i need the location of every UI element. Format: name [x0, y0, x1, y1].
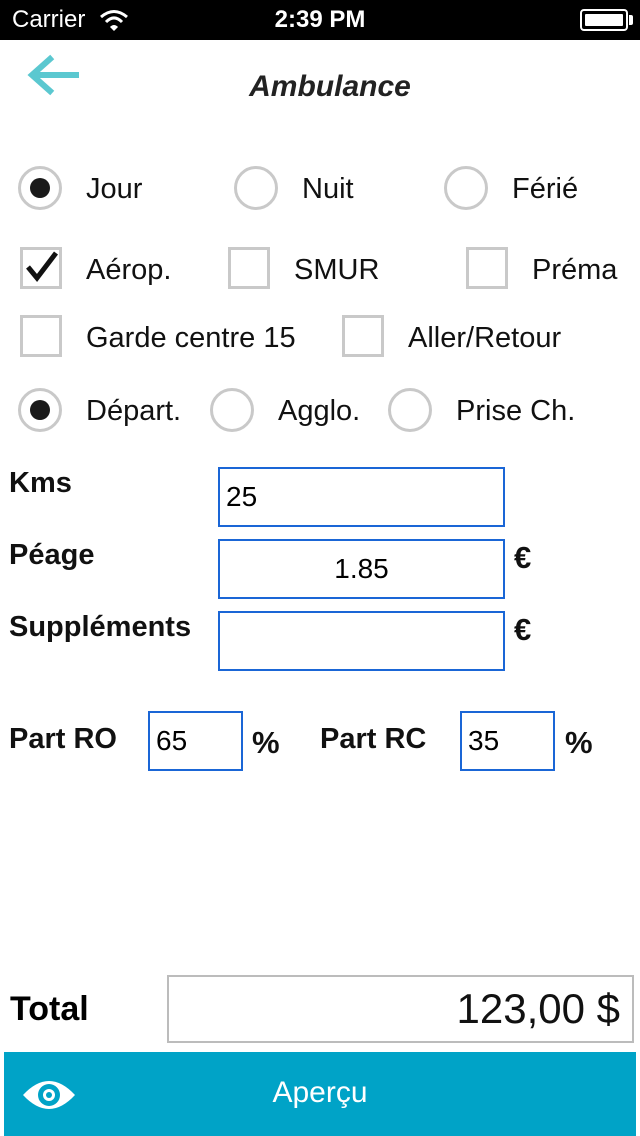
- part-rc-input[interactable]: [460, 711, 555, 771]
- kms-label: Kms: [9, 467, 72, 499]
- radio-selected-dot: [30, 178, 50, 198]
- battery-icon: [580, 9, 628, 31]
- checkbox-smur-label: SMUR: [294, 254, 380, 286]
- radio-selected-dot: [30, 400, 50, 420]
- checkbox-garde-centre-15[interactable]: [20, 315, 62, 357]
- supplements-currency: €: [514, 612, 532, 647]
- checkmark-icon: [26, 251, 58, 283]
- status-bar: Carrier 2:39 PM: [0, 0, 640, 40]
- radio-nuit-label: Nuit: [302, 173, 354, 205]
- checkbox-aller-retour[interactable]: [342, 315, 384, 357]
- checkbox-prema[interactable]: [466, 247, 508, 289]
- peage-label: Péage: [9, 539, 95, 571]
- checkbox-aerop-label: Aérop.: [86, 254, 172, 286]
- radio-jour-label: Jour: [86, 173, 143, 205]
- apercu-button-label: Aperçu: [272, 1076, 368, 1109]
- radio-agglo-label: Agglo.: [278, 395, 361, 427]
- radio-nuit[interactable]: [234, 166, 278, 210]
- checkbox-aerop[interactable]: [20, 247, 62, 289]
- page-title: Ambulance: [249, 70, 411, 103]
- part-rc-label: Part RC: [320, 723, 427, 755]
- part-ro-label: Part RO: [9, 723, 117, 755]
- apercu-button[interactable]: Aperçu: [4, 1052, 636, 1136]
- peage-currency: €: [514, 540, 532, 575]
- checkbox-smur[interactable]: [228, 247, 270, 289]
- part-ro-percent: %: [252, 725, 280, 760]
- radio-agglo[interactable]: [210, 388, 254, 432]
- total-value: 123,00 $: [167, 975, 634, 1043]
- radio-prise-ch-label: Prise Ch.: [456, 395, 576, 427]
- checkbox-aller-retour-label: Aller/Retour: [408, 322, 562, 354]
- radio-depart-label: Départ.: [86, 395, 182, 427]
- supplements-label: Suppléments: [9, 611, 192, 643]
- peage-input[interactable]: [218, 539, 505, 599]
- radio-depart[interactable]: [18, 388, 62, 432]
- battery-tip: [629, 15, 633, 25]
- radio-ferie[interactable]: [444, 166, 488, 210]
- clock: 2:39 PM: [274, 6, 366, 33]
- kms-input[interactable]: [218, 467, 505, 527]
- checkbox-prema-label: Préma: [532, 254, 618, 286]
- part-rc-percent: %: [565, 725, 593, 760]
- radio-prise-ch[interactable]: [388, 388, 432, 432]
- supplements-input[interactable]: [218, 611, 505, 671]
- part-ro-input[interactable]: [148, 711, 243, 771]
- radio-ferie-label: Férié: [512, 173, 579, 205]
- radio-jour[interactable]: [18, 166, 62, 210]
- total-label: Total: [10, 990, 89, 1028]
- checkbox-garde-centre-15-label: Garde centre 15: [86, 322, 296, 354]
